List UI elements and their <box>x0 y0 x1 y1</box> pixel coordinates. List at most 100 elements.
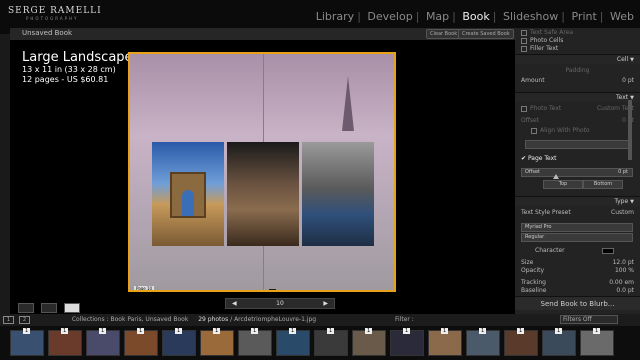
prev-page-icon[interactable]: ◀ <box>232 299 237 308</box>
module-develop[interactable]: Develop <box>367 10 412 23</box>
multi-page-view-button[interactable] <box>18 303 34 313</box>
filmstrip-thumbnail[interactable]: 1 <box>314 328 348 356</box>
checkbox-icon[interactable] <box>531 127 537 134</box>
amount-row[interactable]: Amount 0 pt <box>515 76 640 86</box>
book-spread[interactable]: Page 10 ■ <box>128 52 396 292</box>
filmstrip-header: 1 2 Collections : Book Paris, Unsaved Bo… <box>0 314 640 326</box>
bottom-button[interactable]: Bottom <box>583 180 623 189</box>
module-slideshow[interactable]: Slideshow <box>503 10 558 23</box>
secondary-window-button[interactable]: 2 <box>18 315 30 324</box>
filmstrip-thumbnail[interactable]: 1 <box>276 328 310 356</box>
filmstrip-thumbnail[interactable]: 1 <box>352 328 386 356</box>
guide-filler-text[interactable]: Filler Text <box>515 44 640 54</box>
cell-panel-header[interactable]: Cell ▼ <box>515 54 640 64</box>
filmstrip-thumbnail[interactable]: 1 <box>580 328 614 356</box>
checkbox-icon[interactable] <box>521 105 527 112</box>
usage-count-badge: 1 <box>61 328 69 334</box>
usage-count-badge: 1 <box>365 328 373 334</box>
opacity-value[interactable]: 100 % <box>615 266 634 276</box>
page-text-offset-field[interactable]: Offset 0 pt <box>521 168 633 177</box>
checkbox-icon[interactable] <box>521 29 527 36</box>
page-text-row[interactable]: ✔ Page Text <box>515 154 640 164</box>
right-panel-scrollbar[interactable] <box>628 100 632 160</box>
photo-cell-louvre-arch[interactable] <box>227 142 299 246</box>
left-panel-collapsed[interactable] <box>0 34 10 314</box>
page-text-field[interactable] <box>269 289 276 290</box>
amount-value[interactable]: 0 pt <box>622 76 634 86</box>
background-spire <box>342 76 354 131</box>
text-style-preset-value: Custom <box>611 209 634 216</box>
filmstrip-thumbnail[interactable]: 1 <box>162 328 196 356</box>
align-with-photo[interactable]: Align With Photo <box>515 126 640 136</box>
amount-label: Amount <box>521 77 545 84</box>
logo-name: SERGE RAMELLI <box>8 6 102 16</box>
module-separator: | <box>561 10 565 23</box>
clear-book-button[interactable]: Clear Book <box>426 29 462 39</box>
photo-text-row[interactable]: Photo Text Custom Text <box>515 104 640 114</box>
current-file: / ArcdetriompheLouvre-1.jpg <box>230 316 317 323</box>
photo-count: 29 photos <box>198 316 229 323</box>
book-title: Unsaved Book <box>22 29 73 37</box>
module-separator: | <box>357 10 361 23</box>
photo-text-offset-row[interactable]: Offset 0 pt <box>515 116 640 126</box>
baseline-row[interactable]: Baseline 0.0 pt <box>515 286 640 296</box>
module-book[interactable]: Book <box>462 10 489 23</box>
module-separator: | <box>492 10 497 23</box>
spread-view-button[interactable] <box>41 303 58 313</box>
opacity-row[interactable]: Opacity 100 % <box>515 266 640 276</box>
module-print[interactable]: Print <box>571 10 596 23</box>
usage-count-badge: 1 <box>403 328 411 334</box>
font-style-select[interactable]: Regular <box>521 233 633 242</box>
usage-count-badge: 1 <box>23 328 31 334</box>
filmstrip-thumbnail[interactable]: 1 <box>10 328 44 356</box>
usage-count-badge: 1 <box>213 328 221 334</box>
book-size-title: Large Landscape <box>22 50 133 65</box>
right-panel: Text Safe Area Photo Cells Filler Text C… <box>515 28 640 314</box>
filmstrip-thumbnail[interactable]: 1 <box>124 328 158 356</box>
character-color-swatch[interactable] <box>602 248 614 254</box>
filmstrip-thumbnail[interactable]: 1 <box>504 328 538 356</box>
usage-count-badge: 1 <box>251 328 259 334</box>
page-navigator: ◀ 10 ▶ <box>225 298 335 309</box>
book-dimensions: 13 x 11 in (33 x 28 cm) <box>22 65 116 74</box>
single-page-view-button[interactable] <box>64 303 81 313</box>
logo-subtitle: PHOTOGRAPHY <box>26 16 79 21</box>
filter-select[interactable]: Filters Off <box>560 315 618 324</box>
page-text-handle[interactable] <box>269 289 276 290</box>
create-saved-book-button[interactable]: Create Saved Book <box>458 29 514 39</box>
filmstrip-thumbnail[interactable]: 1 <box>200 328 234 356</box>
filmstrip-thumbnail[interactable]: 1 <box>48 328 82 356</box>
module-web[interactable]: Web <box>610 10 634 23</box>
module-library[interactable]: Library <box>316 10 354 23</box>
module-separator: | <box>415 10 420 23</box>
character-row[interactable]: Character <box>515 246 640 256</box>
source-path[interactable]: Collections : Book Paris, Unsaved Book <box>72 316 188 323</box>
filmstrip-thumbnail[interactable]: 1 <box>86 328 120 356</box>
filmstrip-thumbnail[interactable]: 1 <box>466 328 500 356</box>
book-info: Large Landscape 13 x 11 in (33 x 28 cm) … <box>22 50 133 85</box>
module-map[interactable]: Map <box>426 10 449 23</box>
font-select[interactable]: Myriad Pro <box>521 223 633 232</box>
offset-slider-knob[interactable] <box>553 174 559 179</box>
page-offset-value: 0 pt <box>618 169 628 175</box>
main-window-button[interactable]: 1 <box>3 315 14 324</box>
send-book-to-blurb-button[interactable]: Send Book to Blurb... <box>515 296 640 310</box>
checkbox-icon[interactable] <box>521 45 527 52</box>
type-panel-header[interactable]: Type ▼ <box>515 196 640 206</box>
checkbox-icon[interactable] <box>521 37 527 44</box>
photo-text-align-buttons[interactable] <box>525 140 631 149</box>
filmstrip-thumbnail[interactable]: 1 <box>428 328 462 356</box>
photo-cell-arc-de-triomphe[interactable] <box>152 142 224 246</box>
next-page-icon[interactable]: ▶ <box>323 299 328 308</box>
usage-count-badge: 1 <box>289 328 297 334</box>
current-page: 10 <box>276 300 284 307</box>
text-style-preset-row[interactable]: Text Style Preset Custom <box>515 208 640 218</box>
photo-cell-boats[interactable] <box>302 142 374 246</box>
baseline-value[interactable]: 0.0 pt <box>616 286 634 296</box>
filmstrip-thumbnail[interactable]: 1 <box>238 328 272 356</box>
filmstrip-thumbnail[interactable]: 1 <box>542 328 576 356</box>
top-button[interactable]: Top <box>543 180 583 189</box>
checkmark-icon[interactable]: ✔ <box>521 155 528 162</box>
text-panel-header[interactable]: Text ▼ <box>515 92 640 102</box>
filmstrip-thumbnail[interactable]: 1 <box>390 328 424 356</box>
